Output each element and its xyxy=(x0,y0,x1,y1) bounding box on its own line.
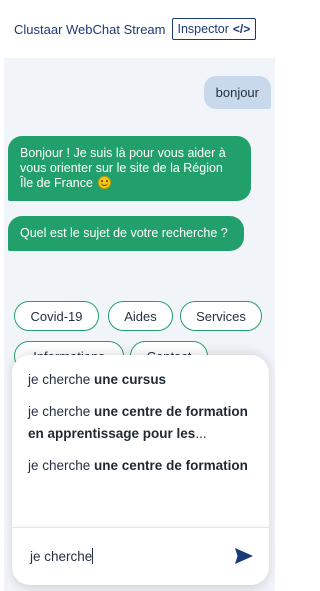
message-composer: je cherche xyxy=(12,527,269,585)
suggestion-bold: une cursus xyxy=(94,372,167,387)
suggestion-bold: une centre de formation xyxy=(94,458,248,473)
suggestion-item[interactable]: je cherche une centre de formation en ap… xyxy=(28,401,255,445)
suggestion-prefix: je cherche xyxy=(28,404,95,419)
suggestion-suffix: ... xyxy=(195,426,207,441)
header: Clustaar WebChat Stream Inspector </> xyxy=(0,0,281,58)
user-message: bonjour xyxy=(203,76,271,109)
message-input[interactable]: je cherche xyxy=(30,548,233,564)
divider xyxy=(12,527,269,528)
code-icon: </> xyxy=(232,22,251,36)
smiling-face-icon xyxy=(98,176,112,189)
bot-message: Bonjour ! Je suis là pour vous aider à v… xyxy=(8,136,251,201)
send-icon[interactable] xyxy=(233,546,255,566)
message-input-value: je cherche xyxy=(30,549,93,564)
inspector-button[interactable]: Inspector </> xyxy=(171,18,257,40)
quick-reply-aides[interactable]: Aides xyxy=(108,301,173,331)
quick-reply-covid[interactable]: Covid-19 xyxy=(14,301,99,331)
bot-message: Quel est le sujet de votre recherche ? xyxy=(8,216,244,251)
bot-message-text: Bonjour ! Je suis là pour vous aider à v… xyxy=(20,146,226,190)
suggestion-item[interactable]: je cherche une centre de formation xyxy=(28,455,255,477)
inspector-label: Inspector xyxy=(177,22,229,36)
text-caret xyxy=(92,548,94,564)
quick-reply-services[interactable]: Services xyxy=(180,301,262,331)
suggestion-item[interactable]: je cherche une cursus xyxy=(28,369,255,391)
suggestion-prefix: je cherche xyxy=(28,372,95,387)
suggestion-popup: je cherche une cursus je cherche une cen… xyxy=(12,355,269,535)
app-title: Clustaar WebChat Stream xyxy=(14,21,166,37)
suggestion-prefix: je cherche xyxy=(28,458,95,473)
